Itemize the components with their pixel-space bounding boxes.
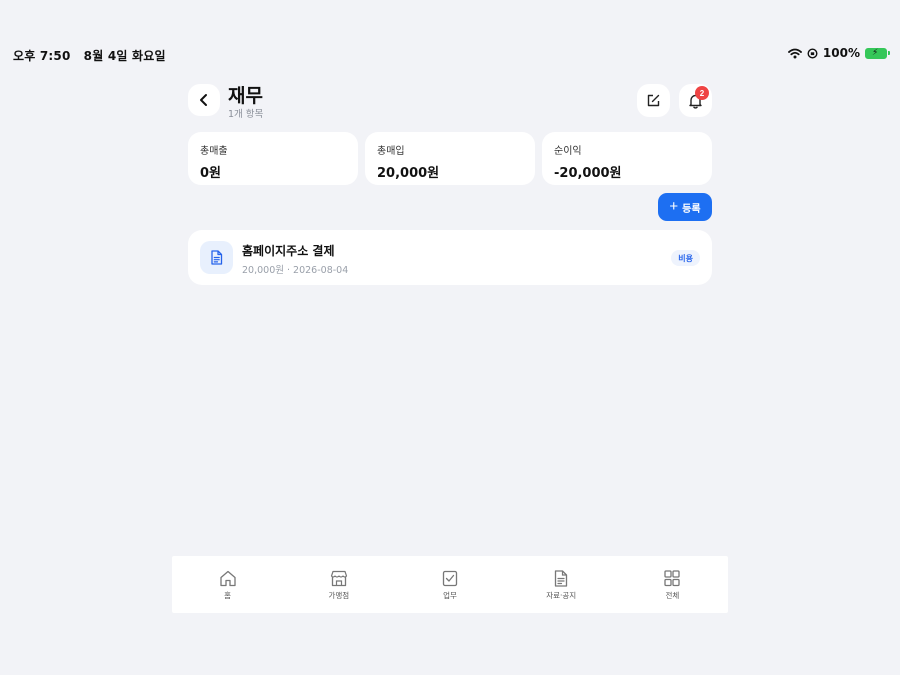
nav-item-home[interactable]: 홈 <box>172 556 283 613</box>
task-icon <box>442 570 458 587</box>
notification-badge: 2 <box>695 86 709 100</box>
nav-label: 홈 <box>224 591 232 600</box>
wifi-icon <box>788 48 802 58</box>
item-count: 1개 항목 <box>228 109 264 120</box>
status-clock: 오후 7:50 <box>13 49 71 63</box>
category-tag: 비용 <box>671 250 700 266</box>
nav-label: 전체 <box>665 591 680 600</box>
orientation-lock-icon <box>807 47 818 59</box>
status-bar: 오후 7:50 8월 4일 화요일 100% ⚡ <box>0 0 900 63</box>
grid-icon <box>664 570 681 587</box>
document-icon <box>555 570 568 587</box>
nav-item-all[interactable]: 전체 <box>617 556 728 613</box>
stat-card-purchase: 총매입 20,000원 <box>365 132 535 185</box>
status-indicators: 100% ⚡ <box>788 46 890 60</box>
document-icon <box>200 241 233 274</box>
stat-value: 20,000원 <box>377 166 440 181</box>
status-date: 8월 4일 화요일 <box>83 49 166 63</box>
stat-card-revenue: 총매출 0원 <box>188 132 358 185</box>
nav-item-documents[interactable]: 자료·공지 <box>506 556 617 613</box>
edit-button[interactable] <box>637 84 670 117</box>
nav-label: 업무 <box>443 591 457 600</box>
notification-button[interactable]: 2 <box>679 84 712 117</box>
chevron-left-icon <box>200 94 207 106</box>
stat-label: 총매출 <box>200 146 228 157</box>
bottom-nav: 홈 가맹점 업무 자료·공지 전체 <box>172 556 728 613</box>
battery-icon: ⚡ <box>865 47 890 59</box>
stat-value: 0원 <box>200 166 222 181</box>
nav-label: 가맹점 <box>328 591 350 600</box>
register-label: 등록 <box>682 203 701 215</box>
page-title: 재무 <box>228 85 263 107</box>
nav-item-store[interactable]: 가맹점 <box>283 556 394 613</box>
stat-card-net-profit: 순이익 -20,000원 <box>542 132 712 185</box>
stat-value: -20,000원 <box>554 166 622 181</box>
stat-label: 순이익 <box>554 146 582 157</box>
battery-percent: 100% <box>822 46 860 60</box>
store-icon <box>330 570 347 587</box>
edit-icon <box>647 94 660 107</box>
item-title: 홈페이지주소 결제 <box>242 244 335 258</box>
plus-icon: + <box>669 197 679 215</box>
item-meta: 20,000원 · 2026-08-04 <box>242 265 349 276</box>
back-button[interactable] <box>188 84 220 116</box>
home-icon <box>219 570 236 587</box>
nav-label: 자료·공지 <box>546 591 577 600</box>
register-button[interactable]: + 등록 <box>658 193 712 221</box>
list-item[interactable]: 홈페이지주소 결제 20,000원 · 2026-08-04 비용 <box>188 230 712 285</box>
nav-item-task[interactable]: 업무 <box>394 556 505 613</box>
status-time: 오후 7:50 8월 4일 화요일 <box>13 47 166 64</box>
stat-label: 총매입 <box>377 146 405 157</box>
